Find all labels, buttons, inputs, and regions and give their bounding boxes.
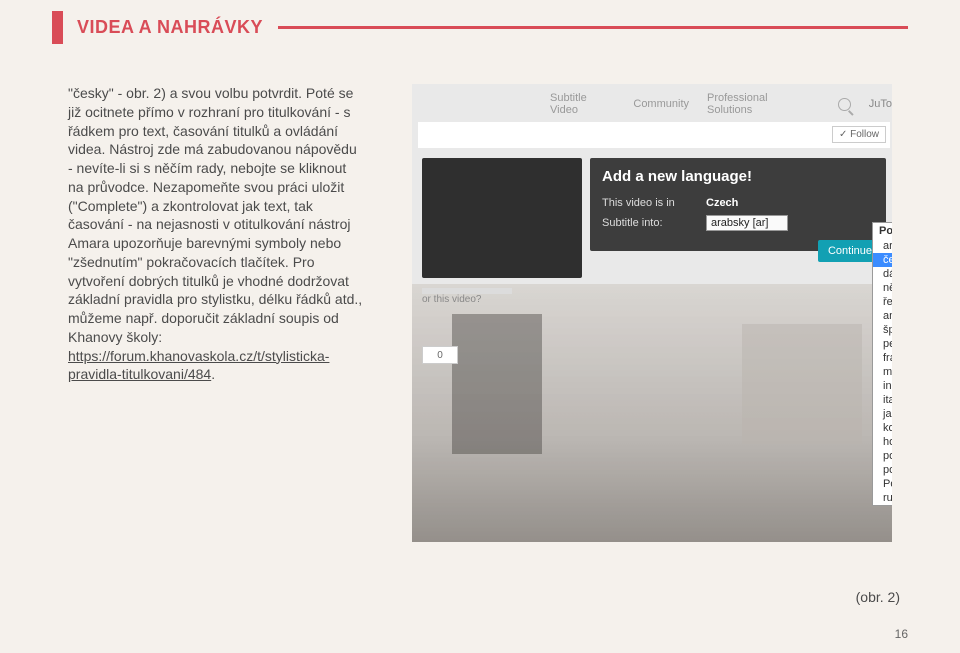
paragraph-trailing: .: [211, 366, 215, 382]
title-bar: [418, 122, 890, 148]
dropdown-option[interactable]: italsky [it]: [873, 393, 892, 407]
dropdown-option[interactable]: německy [de]: [873, 281, 892, 295]
dropdown-option[interactable]: polsky [pl]: [873, 449, 892, 463]
section-title: VIDEA A NAHRÁVKY: [63, 17, 277, 38]
dropdown-option[interactable]: rumunsky [ro]: [873, 491, 892, 505]
dropdown-option[interactable]: anglicky [en]: [873, 309, 892, 323]
user-label: JuTo: [869, 98, 892, 110]
body-paragraph: "česky" - obr. 2) a svou volbu potvrdit.…: [68, 84, 363, 384]
video-still-placeholder: [412, 284, 892, 542]
dropdown-option[interactable]: Portuguese, Brazilian [pt-br]: [873, 477, 892, 491]
label-video-in: This video is in: [602, 197, 706, 209]
accent-bar-right: [278, 26, 908, 29]
dropdown-option[interactable]: holandsky [nl]: [873, 435, 892, 449]
dropdown-option[interactable]: dánsky [da]: [873, 267, 892, 281]
reference-link[interactable]: https://forum.khanovaskola.cz/t/stylisti…: [68, 348, 329, 383]
embedded-screenshot: Subtitle Video Community Professional So…: [412, 84, 892, 542]
question-hint: or this video?: [422, 294, 481, 305]
dropdown-option[interactable]: česky [cs]: [873, 253, 892, 267]
dropdown-option[interactable]: japonsky [ja]: [873, 407, 892, 421]
tab-community[interactable]: Community: [633, 98, 689, 110]
label-subtitle-into: Subtitle into:: [602, 217, 706, 229]
dropdown-option[interactable]: arabsky [ar]: [873, 239, 892, 253]
video-thumbnail: [422, 158, 582, 278]
dropdown-option[interactable]: řecky [el]: [873, 295, 892, 309]
figure-caption: (obr. 2): [856, 589, 900, 605]
accent-bar-left: [52, 11, 63, 44]
dropdown-option[interactable]: indonésky [id]: [873, 379, 892, 393]
page-number: 16: [895, 627, 908, 641]
language-dropdown[interactable]: Popular arabsky [ar]česky [cs]dánsky [da…: [872, 222, 892, 506]
dropdown-option[interactable]: maďarsky [hu]: [873, 365, 892, 379]
row-subtitle-into: Subtitle into: arabsky [ar]: [602, 215, 874, 231]
value-video-in: Czech: [706, 197, 738, 209]
like-counter[interactable]: 0: [422, 346, 458, 364]
dropdown-option[interactable]: portugalsky [pt]: [873, 463, 892, 477]
subtitle-into-select[interactable]: arabsky [ar]: [706, 215, 788, 231]
tab-subtitle-video[interactable]: Subtitle Video: [550, 92, 615, 116]
dropdown-group-label: Popular: [873, 223, 892, 239]
top-tabs: Subtitle Video Community Professional So…: [550, 92, 892, 116]
add-language-dialog: Add a new language! This video is in Cze…: [590, 158, 886, 251]
search-icon[interactable]: [838, 98, 851, 111]
tab-pro-solutions[interactable]: Professional Solutions: [707, 92, 812, 116]
dialog-title: Add a new language!: [602, 168, 874, 185]
row-video-in: This video is in Czech: [602, 197, 874, 209]
section-header: VIDEA A NAHRÁVKY: [52, 11, 277, 44]
dropdown-option[interactable]: persky [fa]: [873, 337, 892, 351]
paragraph-text: "česky" - obr. 2) a svou volbu potvrdit.…: [68, 85, 362, 345]
follow-button[interactable]: ✓ Follow: [832, 126, 886, 143]
dropdown-option[interactable]: španělsky [es]: [873, 323, 892, 337]
dropdown-option[interactable]: korejsky [ko]: [873, 421, 892, 435]
dropdown-option[interactable]: francouzsky [fr]: [873, 351, 892, 365]
